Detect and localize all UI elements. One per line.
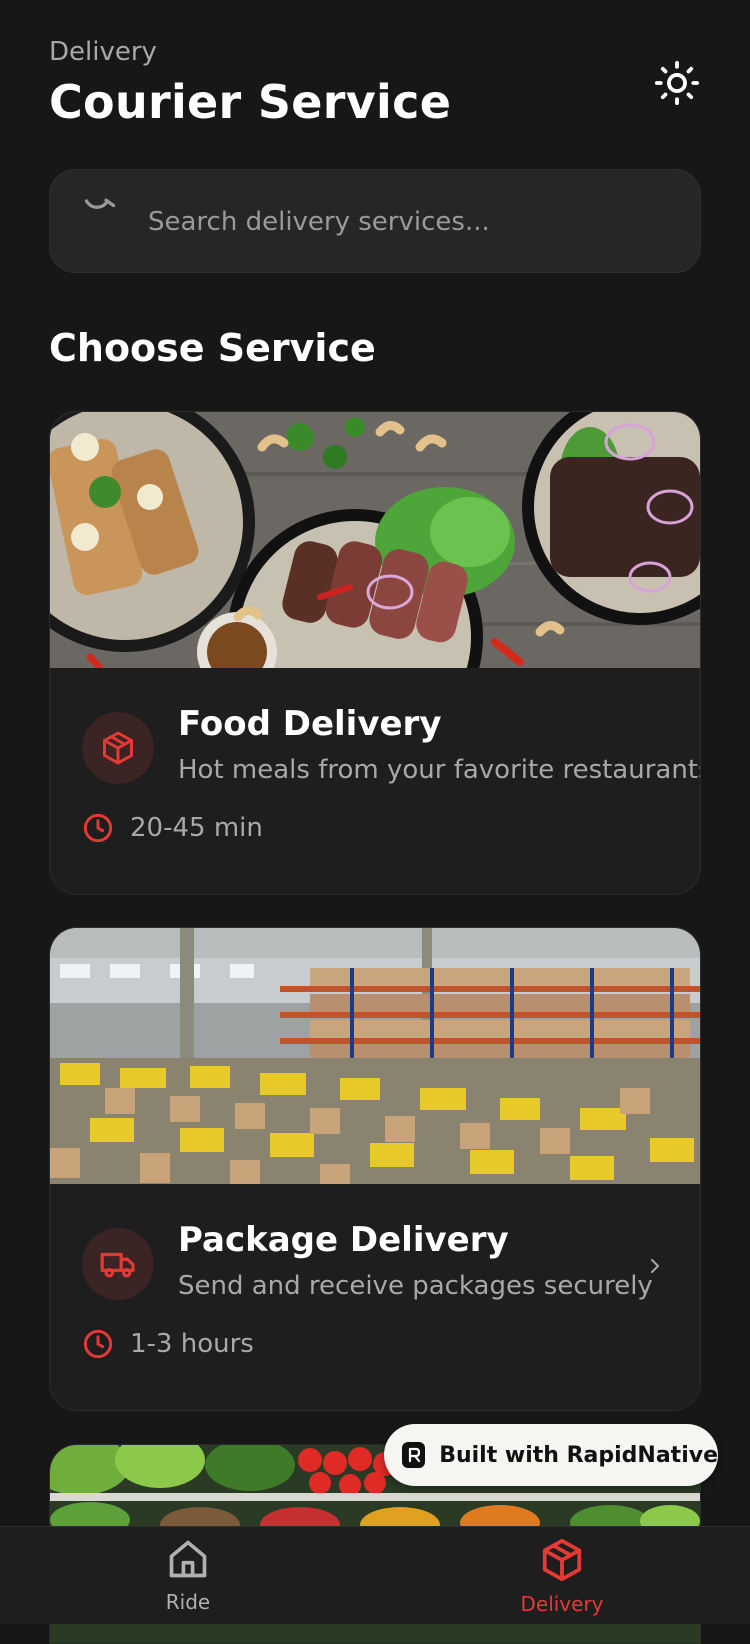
clock-icon [83, 1329, 113, 1359]
tab-delivery[interactable]: Delivery [482, 1537, 642, 1617]
service-name: Package Delivery [178, 1220, 509, 1260]
service-time: 20-45 min [82, 810, 263, 846]
package-icon [103, 731, 133, 765]
search-icon [84, 198, 116, 209]
truck-icon [100, 1252, 135, 1278]
search-bar[interactable] [49, 169, 701, 273]
tab-delivery-label: Delivery [520, 1592, 604, 1616]
warehouse-photo [50, 928, 700, 1184]
service-card-food[interactable]: Food Delivery Hot meals from your favori… [49, 411, 701, 895]
tab-ride[interactable]: Ride [108, 1537, 268, 1615]
page-subtitle: Delivery [49, 37, 157, 67]
rapidnative-logo-icon [402, 1442, 426, 1468]
tab-ride-label: Ride [165, 1590, 211, 1614]
clock-icon [83, 813, 113, 843]
page-title: Courier Service [49, 75, 452, 129]
service-time-label: 20-45 min [130, 813, 263, 843]
package-icon [542, 1538, 582, 1582]
service-icon-badge [82, 712, 154, 784]
service-time-label: 1-3 hours [130, 1329, 254, 1359]
service-description: Send and receive packages securely [178, 1271, 653, 1301]
service-card-package[interactable]: Package Delivery Send and receive packag… [49, 927, 701, 1411]
service-icon-badge [82, 1228, 154, 1300]
search-input[interactable] [146, 196, 670, 248]
food-photo [50, 412, 700, 668]
service-name: Food Delivery [178, 704, 442, 744]
service-time: 1-3 hours [82, 1326, 254, 1362]
header: Delivery Courier Service [49, 34, 451, 130]
section-title: Choose Service [49, 326, 376, 370]
chevron-right-icon[interactable] [646, 1254, 664, 1278]
bottom-tab-bar: Ride Delivery [0, 1526, 750, 1624]
service-description: Hot meals from your favorite restaurants [178, 755, 701, 785]
theme-toggle-button[interactable] [652, 58, 702, 108]
built-with-badge[interactable]: Built with RapidNative [384, 1424, 718, 1486]
home-icon [169, 1540, 207, 1578]
sun-icon [654, 60, 700, 106]
badge-text: Built with RapidNative [439, 1442, 718, 1468]
